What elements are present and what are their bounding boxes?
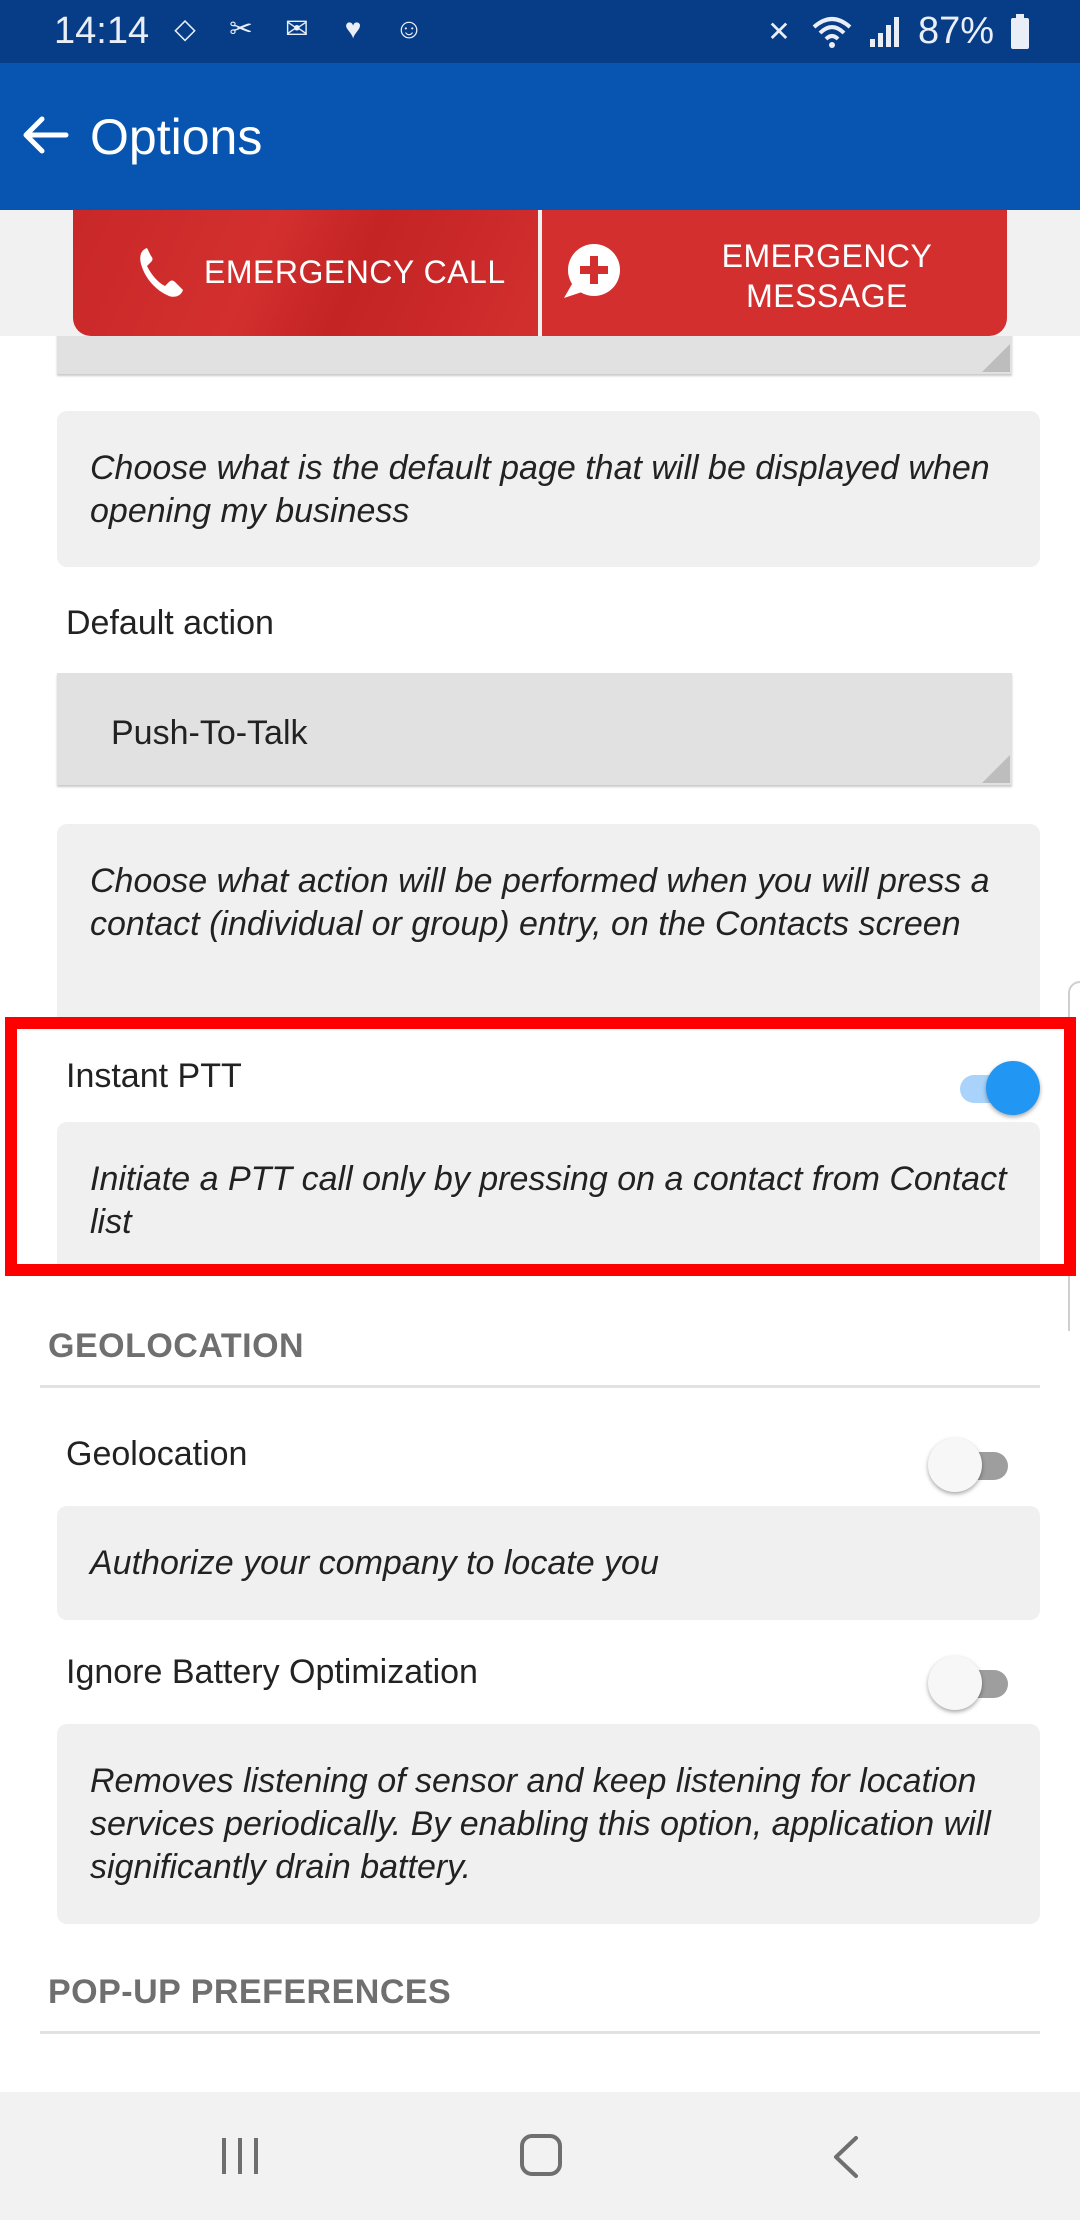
default-page-description: Choose what is the default page that wil… [57, 411, 1040, 567]
instant-ptt-label: Instant PTT [66, 1057, 242, 1095]
page-title: Options [90, 109, 263, 165]
wifi-icon [812, 16, 852, 48]
emergency-message-button[interactable]: EMERGENCY MESSAGE [538, 210, 1007, 336]
mute-icon: ✕ [767, 15, 791, 47]
emergency-message-label: EMERGENCY MESSAGE [702, 236, 952, 316]
app-bar: Options [0, 63, 1080, 210]
emergency-message-line2: MESSAGE [746, 278, 908, 314]
battery-optimization-description: Removes listening of sensor and keep lis… [57, 1724, 1040, 1924]
instant-ptt-toggle[interactable] [950, 1061, 1040, 1115]
section-divider [40, 2031, 1040, 2034]
instant-ptt-desc-text: Initiate a PTT call only by pressing on … [90, 1160, 1007, 1241]
default-page-select[interactable] [57, 336, 1012, 374]
system-icons: ✕ 87% [762, 10, 1030, 53]
emergency-buttons: EMERGENCY CALL EMERGENCY MESSAGE [73, 210, 1007, 336]
home-icon[interactable] [520, 2134, 562, 2176]
geolocation-description: Authorize your company to locate you [57, 1506, 1040, 1620]
back-icon[interactable] [826, 2132, 866, 2182]
emergency-message-line1: EMERGENCY [721, 238, 933, 274]
message-alert-icon [564, 244, 620, 298]
default-action-description: Choose what action will be performed whe… [57, 824, 1040, 1024]
battery-icon [1011, 13, 1029, 49]
options-list[interactable]: Choose what is the default page that wil… [0, 336, 1080, 2092]
emergency-call-button[interactable]: EMERGENCY CALL [73, 210, 538, 336]
popup-preferences-section-header: POP-UP PREFERENCES [48, 1973, 452, 2011]
navigation-bar [0, 2092, 1080, 2220]
emergency-bar: EMERGENCY CALL EMERGENCY MESSAGE [0, 210, 1080, 336]
email-icon: ✉ [285, 13, 309, 44]
back-arrow-icon[interactable] [14, 103, 78, 167]
battery-optimization-desc-text: Removes listening of sensor and keep lis… [90, 1762, 991, 1886]
toggle-thumb [986, 1061, 1040, 1115]
phone-icon [140, 248, 183, 297]
section-divider [40, 1385, 1040, 1388]
dropdown-corner-icon [982, 755, 1010, 783]
instant-ptt-description: Initiate a PTT call only by pressing on … [57, 1122, 1040, 1272]
default-action-value: Push-To-Talk [111, 714, 308, 752]
toggle-thumb [928, 1656, 982, 1710]
emergency-call-label: EMERGENCY CALL [204, 254, 506, 290]
default-action-label: Default action [66, 604, 274, 642]
notification-icons: ◇ ✂ ✉ ♥ ☺ [168, 12, 426, 46]
default-action-select[interactable]: Push-To-Talk [57, 673, 1012, 785]
default-page-desc-text: Choose what is the default page that wil… [90, 449, 990, 530]
battery-optimization-toggle[interactable] [928, 1656, 1008, 1710]
status-bar: 14:14 ◇ ✂ ✉ ♥ ☺ ✕ 87% [0, 0, 1080, 63]
code-icon: ◇ [174, 13, 196, 44]
recents-icon[interactable] [220, 2136, 260, 2176]
heart-icon: ♥ [344, 13, 362, 44]
geolocation-desc-text: Authorize your company to locate you [90, 1544, 659, 1582]
dropdown-corner-icon [982, 344, 1010, 372]
scroll-indicator [1068, 981, 1080, 1331]
signal-icon [869, 16, 899, 47]
battery-percent: 87% [917, 10, 994, 52]
geolocation-toggle[interactable] [928, 1438, 1008, 1492]
geolocation-label: Geolocation [66, 1435, 248, 1473]
status-time: 14:14 [54, 10, 150, 52]
battery-optimization-label: Ignore Battery Optimization [66, 1653, 478, 1691]
default-action-desc-text: Choose what action will be performed whe… [90, 862, 990, 943]
group-icon: ☺ [394, 13, 424, 44]
missed-call-icon: ✂ [229, 13, 253, 44]
geolocation-section-header: GEOLOCATION [48, 1327, 305, 1365]
toggle-thumb [928, 1438, 982, 1492]
